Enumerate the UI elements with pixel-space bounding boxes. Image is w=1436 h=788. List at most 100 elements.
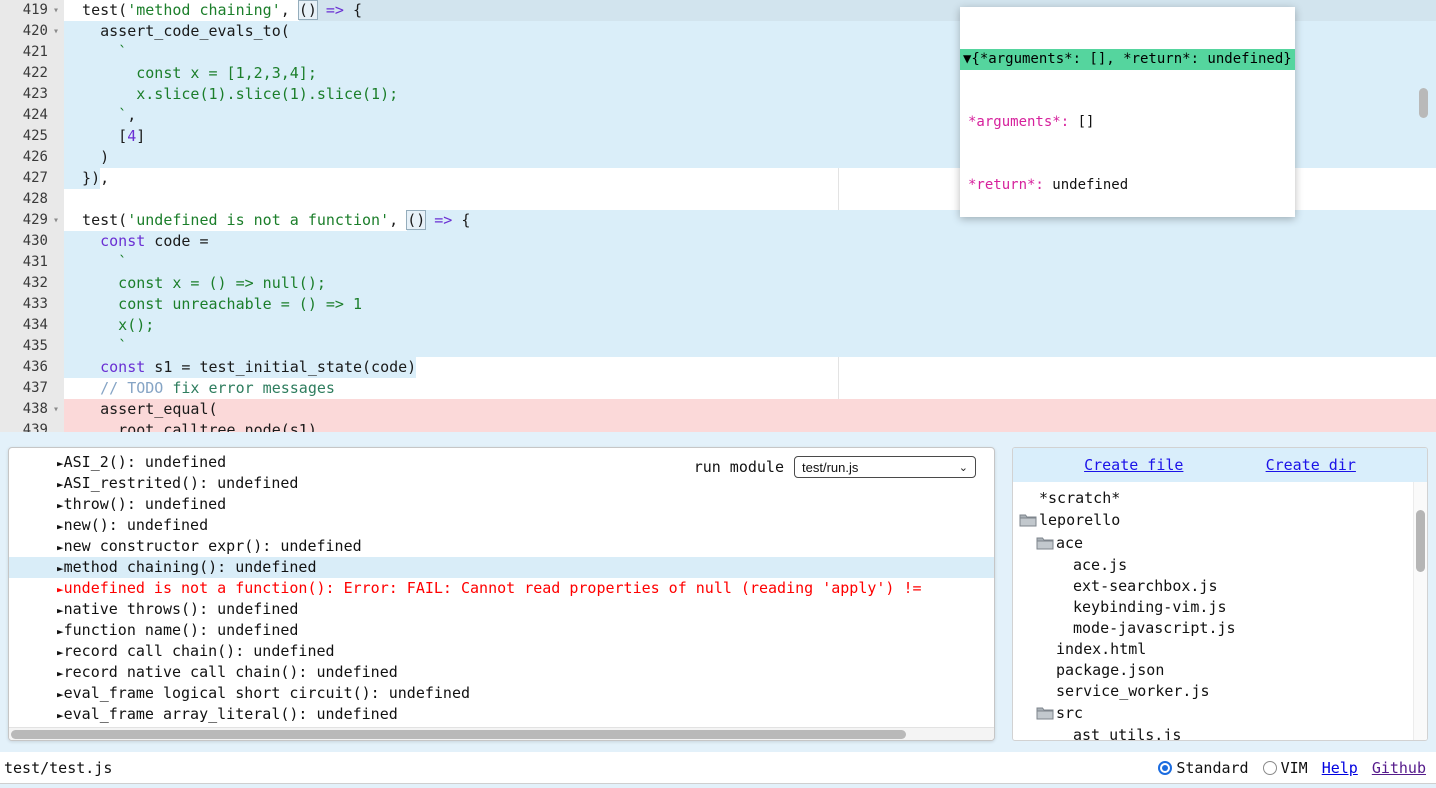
arguments-value: [] — [1069, 114, 1094, 130]
tree-item-service-worker-js[interactable]: service_worker.js — [1013, 680, 1413, 701]
github-link[interactable]: Github — [1372, 759, 1426, 777]
test-result-item[interactable]: ►eval_frame logical short circuit(): und… — [9, 683, 994, 704]
run-module-control: run module test/run.js ⌄ — [694, 456, 976, 478]
expand-triangle-icon[interactable]: ► — [57, 604, 64, 617]
gutter-line-number: 419▾ — [0, 0, 64, 21]
help-link[interactable]: Help — [1322, 759, 1358, 777]
tree-item-keybinding-vim-js[interactable]: keybinding-vim.js — [1013, 596, 1413, 617]
code-line-430[interactable]: 430 const code = — [0, 231, 1436, 252]
test-result-item[interactable]: ►new constructor expr(): undefined — [9, 536, 994, 557]
tree-vertical-scrollbar[interactable] — [1413, 482, 1427, 740]
results-hscroll-thumb[interactable] — [11, 730, 906, 739]
code-segment: , — [100, 168, 109, 189]
code-line-437[interactable]: 437 // TODO fix error messages — [0, 378, 1436, 399]
test-result-item[interactable]: ►record call chain(): undefined — [9, 641, 994, 662]
status-bar: test/test.js Standard VIM Help Github — [0, 752, 1436, 784]
code-content: assert_equal( — [64, 399, 1436, 420]
expand-triangle-icon[interactable]: ► — [57, 688, 64, 701]
expand-triangle-icon[interactable]: ► — [57, 709, 64, 722]
code-content: ` — [64, 252, 1436, 273]
tree-item-ext-searchbox-js[interactable]: ext-searchbox.js — [1013, 575, 1413, 596]
code-token: 4 — [127, 127, 136, 145]
line-filler — [416, 357, 1436, 378]
code-line-431[interactable]: 431 ` — [0, 252, 1436, 273]
expand-triangle-icon[interactable]: ► — [57, 457, 64, 470]
fold-arrow-icon[interactable]: ▾ — [48, 399, 64, 420]
test-result-item[interactable]: ►new(): undefined — [9, 515, 994, 536]
create-file-button[interactable]: Create file — [1084, 456, 1183, 474]
code-token: 'undefined is not a function' — [127, 211, 389, 229]
tree-item-ast-utils-js[interactable]: ast_utils.js — [1013, 724, 1413, 740]
radio-unchecked-icon[interactable] — [1263, 761, 1277, 775]
expand-triangle-icon[interactable]: ► — [57, 541, 64, 554]
code-line-436[interactable]: 436 const s1 = test_initial_state(code) — [0, 357, 1436, 378]
fold-arrow-icon[interactable]: ▾ — [48, 210, 64, 231]
keybinding-standard-option[interactable]: Standard — [1158, 759, 1248, 777]
tree-item-ace-js[interactable]: ace.js — [1013, 554, 1413, 575]
fold-arrow-icon[interactable]: ▾ — [48, 0, 64, 21]
expand-triangle-icon[interactable]: ► — [57, 499, 64, 512]
code-token: => — [326, 1, 344, 19]
run-module-select[interactable]: test/run.js ⌄ — [794, 456, 976, 478]
tree-vscroll-thumb[interactable] — [1416, 510, 1425, 572]
test-result-item[interactable]: ►method chaining(): undefined — [9, 557, 994, 578]
tree-item-mode-javascript-js[interactable]: mode-javascript.js — [1013, 617, 1413, 638]
test-result-item[interactable]: ►undefined is not a function(): Error: F… — [9, 578, 994, 599]
radio-checked-icon[interactable] — [1158, 761, 1172, 775]
tree-item--scratch-[interactable]: *scratch* — [1013, 487, 1413, 508]
code-line-434[interactable]: 434 x(); — [0, 315, 1436, 336]
code-token: }) — [64, 169, 100, 187]
code-line-432[interactable]: 432 const x = () => null(); — [0, 273, 1436, 294]
expand-triangle-icon[interactable]: ► — [57, 583, 64, 596]
expand-triangle-icon[interactable]: ► — [57, 520, 64, 533]
inspector-arguments-row[interactable]: *arguments*: [] — [960, 112, 1295, 133]
inspector-return-row[interactable]: *return*: undefined — [960, 175, 1295, 196]
code-line-435[interactable]: 435 ` — [0, 336, 1436, 357]
code-segment: const x = () => null(); — [64, 273, 326, 294]
tree-folder-ace[interactable]: ace — [1013, 531, 1413, 554]
expand-triangle-icon[interactable]: ► — [57, 562, 64, 575]
tree-folder-leporello[interactable]: leporello — [1013, 508, 1413, 531]
tree-folder-src[interactable]: src — [1013, 701, 1413, 724]
results-horizontal-scrollbar[interactable] — [9, 727, 994, 740]
code-token: const — [100, 232, 145, 250]
code-token — [317, 1, 326, 19]
code-segment: ` — [64, 336, 127, 357]
expand-triangle-icon[interactable]: ► — [57, 478, 64, 491]
test-result-item[interactable]: ►native throws(): undefined — [9, 599, 994, 620]
line-filler — [218, 399, 1436, 420]
test-result-text: eval_frame logical short circuit(): unde… — [64, 684, 470, 702]
tree-item-index-html[interactable]: index.html — [1013, 638, 1413, 659]
code-line-439[interactable]: 439 root_calltree_node(s1) — [0, 420, 1436, 432]
test-result-item[interactable]: ►function name(): undefined — [9, 620, 994, 641]
gutter-line-number: 428 — [0, 189, 64, 210]
code-token — [64, 232, 100, 250]
tree-item-label: service_worker.js — [1056, 682, 1210, 700]
expand-triangle-icon[interactable]: ► — [57, 667, 64, 680]
code-token: , — [389, 211, 407, 229]
code-token: ` — [64, 43, 127, 61]
code-line-438[interactable]: 438▾ assert_equal( — [0, 399, 1436, 420]
chevron-down-icon: ⌄ — [959, 461, 968, 474]
tree-item-package-json[interactable]: package.json — [1013, 659, 1413, 680]
code-segment: test('undefined is not a function', — [64, 210, 407, 231]
create-dir-button[interactable]: Create dir — [1266, 456, 1356, 474]
editor-vertical-scrollbar-thumb[interactable] — [1419, 88, 1428, 118]
code-content: const x = () => null(); — [64, 273, 1436, 294]
keybinding-vim-option[interactable]: VIM — [1263, 759, 1308, 777]
test-result-item[interactable]: ►eval_frame array_literal(): undefined — [9, 704, 994, 725]
expand-triangle-icon[interactable]: ► — [57, 646, 64, 659]
expand-triangle-icon[interactable]: ► — [57, 625, 64, 638]
evaluated-region: () => { — [407, 210, 470, 231]
test-result-item[interactable]: ►throw(): undefined — [9, 494, 994, 515]
keybinding-standard-label: Standard — [1176, 759, 1248, 777]
folder-icon — [1036, 536, 1056, 550]
code-segment: assert_code_evals_to( — [64, 21, 290, 42]
fold-arrow-icon[interactable]: ▾ — [48, 21, 64, 42]
code-segment: ` — [64, 252, 127, 273]
code-segment: `, — [64, 105, 136, 126]
test-result-item[interactable]: ►record native call chain(): undefined — [9, 662, 994, 683]
return-value: undefined — [1044, 177, 1128, 193]
code-line-433[interactable]: 433 const unreachable = () => 1 — [0, 294, 1436, 315]
inspector-expanded-node[interactable]: ▼{*arguments*: [], *return*: undefined} — [960, 49, 1295, 70]
